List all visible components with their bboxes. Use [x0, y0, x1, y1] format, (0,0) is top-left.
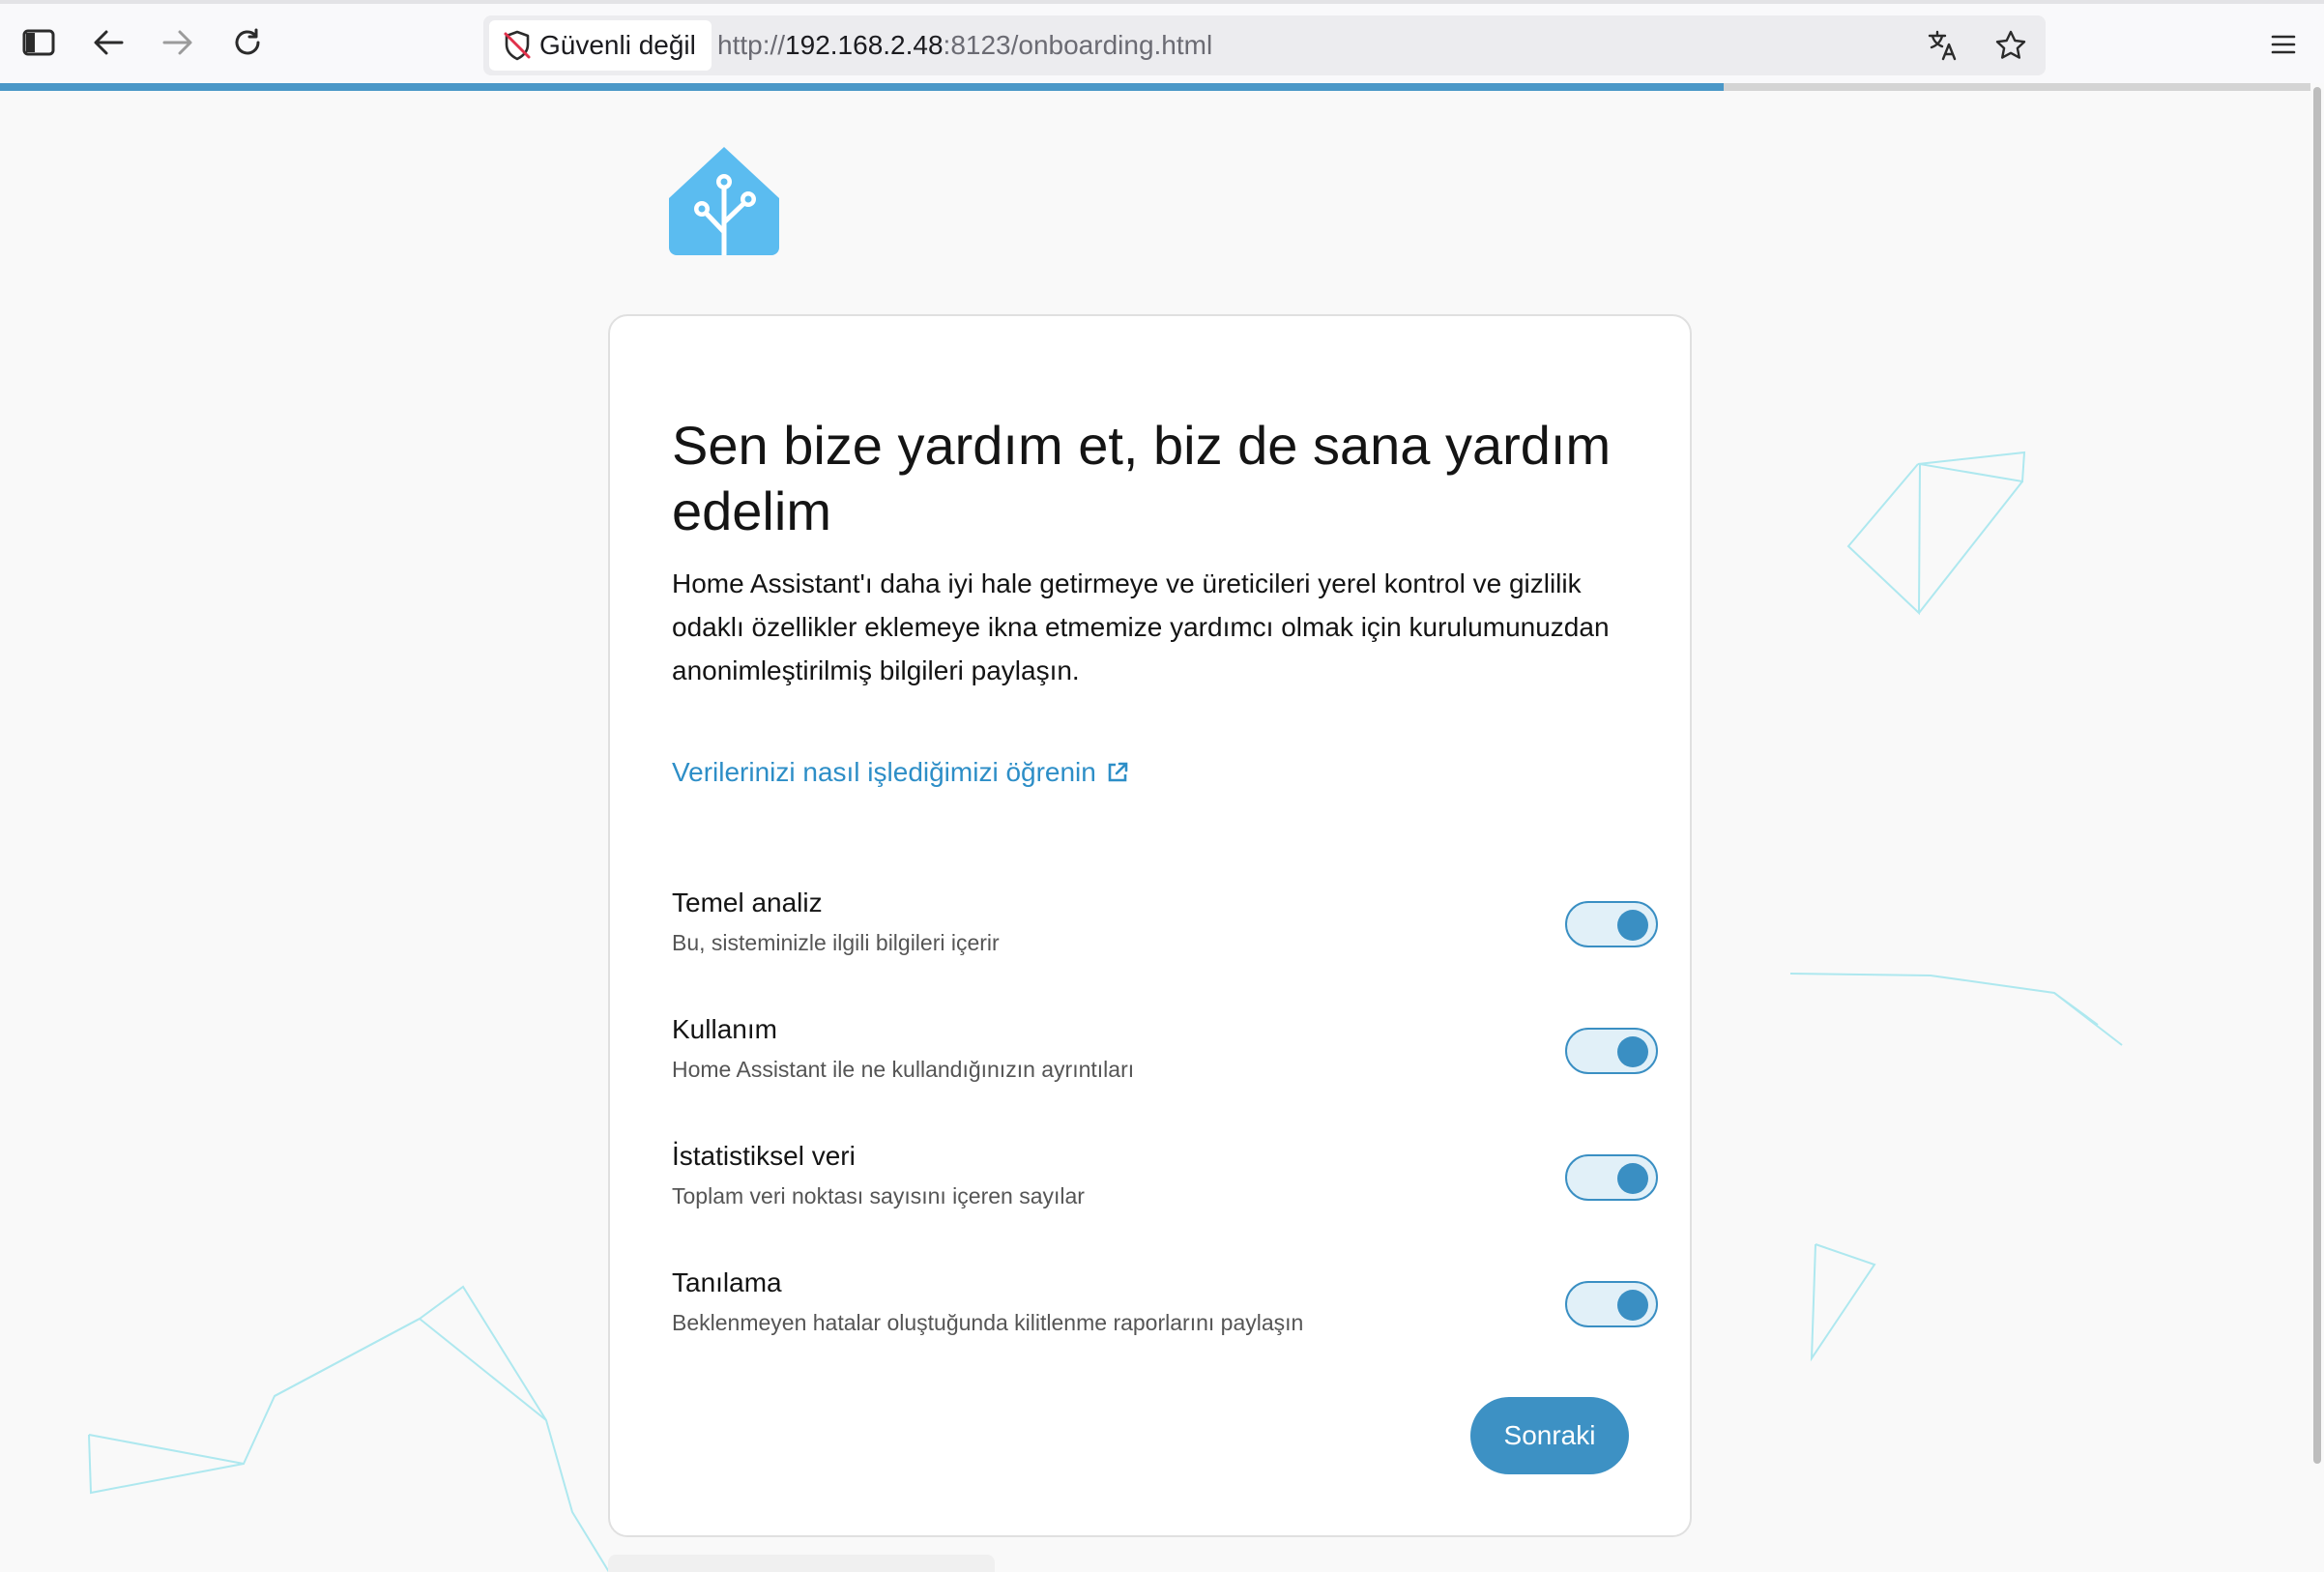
next-button[interactable]: Sonraki	[1470, 1397, 1629, 1474]
statistics-toggle[interactable]	[1565, 1154, 1658, 1201]
option-title: Tanılama	[672, 1267, 782, 1297]
learn-link-label: Verilerinizi nasıl işlediğimizi öğrenin	[672, 757, 1096, 787]
card-description: Home Assistant'ı daha iyi hale getirmeye…	[672, 568, 1610, 685]
learn-data-handling-link[interactable]: Verilerinizi nasıl işlediğimizi öğrenin	[672, 753, 1129, 792]
option-subtitle: Home Assistant ile ne kullandığınızın ay…	[672, 1057, 1135, 1082]
option-usage: Kullanım Home Assistant ile ne kullandığ…	[672, 1010, 1658, 1097]
option-subtitle: Beklenmeyen hatalar oluştuğunda kilitlen…	[672, 1310, 1304, 1335]
url-scheme: http://	[717, 30, 786, 60]
address-bar[interactable]: Güvenli değil http://192.168.2.48:8123/o…	[483, 15, 2046, 75]
security-indicator[interactable]: Güvenli değil	[489, 20, 712, 71]
option-basic-analytics: Temel analiz Bu, sisteminizle ilgili bil…	[672, 884, 1658, 971]
diagnostics-toggle[interactable]	[1565, 1281, 1658, 1327]
forward-arrow-icon[interactable]	[157, 21, 199, 64]
option-statistics: İstatistiksel veri Toplam veri noktası s…	[672, 1137, 1658, 1224]
card-below-edge	[608, 1555, 995, 1572]
option-title: İstatistiksel veri	[672, 1141, 856, 1171]
external-link-icon	[1106, 761, 1129, 784]
progress-fill	[0, 83, 1724, 91]
option-title: Kullanım	[672, 1014, 777, 1044]
reload-icon[interactable]	[226, 21, 269, 64]
back-arrow-icon[interactable]	[87, 21, 130, 64]
onboarding-progress-bar	[0, 83, 2310, 91]
browser-toolbar: Güvenli değil http://192.168.2.48:8123/o…	[0, 0, 2324, 83]
option-subtitle: Bu, sisteminizle ilgili bilgileri içerir	[672, 930, 1000, 955]
url-text[interactable]: http://192.168.2.48:8123/onboarding.html	[717, 15, 1212, 75]
toggle-knob	[1617, 910, 1648, 941]
option-diagnostics: Tanılama Beklenmeyen hatalar oluştuğunda…	[672, 1264, 1658, 1351]
home-assistant-logo	[667, 145, 781, 258]
option-title: Temel analiz	[672, 888, 823, 917]
star-icon[interactable]	[1990, 24, 2032, 67]
option-subtitle: Toplam veri noktası sayısını içeren sayı…	[672, 1183, 1085, 1208]
translate-icon[interactable]	[1922, 24, 1964, 67]
toggle-knob	[1617, 1163, 1648, 1194]
usage-toggle[interactable]	[1565, 1028, 1658, 1074]
page-scrollbar[interactable]	[2310, 83, 2324, 1572]
page-title: Sen bize yardım et, biz de sana yardım e…	[672, 415, 1612, 541]
toggle-knob	[1617, 1036, 1648, 1067]
scrollbar-thumb[interactable]	[2313, 87, 2321, 1464]
toggle-knob	[1617, 1290, 1648, 1321]
url-host: 192.168.2.48	[785, 30, 944, 60]
onboarding-analytics-card: Sen bize yardım et, biz de sana yardım e…	[608, 314, 1692, 1537]
sidebar-icon[interactable]	[17, 21, 60, 64]
hamburger-menu-icon[interactable]	[2262, 23, 2305, 66]
shield-slash-icon	[501, 29, 534, 62]
basic-analytics-toggle[interactable]	[1565, 901, 1658, 947]
security-label: Güvenli değil	[539, 30, 696, 60]
url-path: :8123/onboarding.html	[943, 30, 1213, 60]
